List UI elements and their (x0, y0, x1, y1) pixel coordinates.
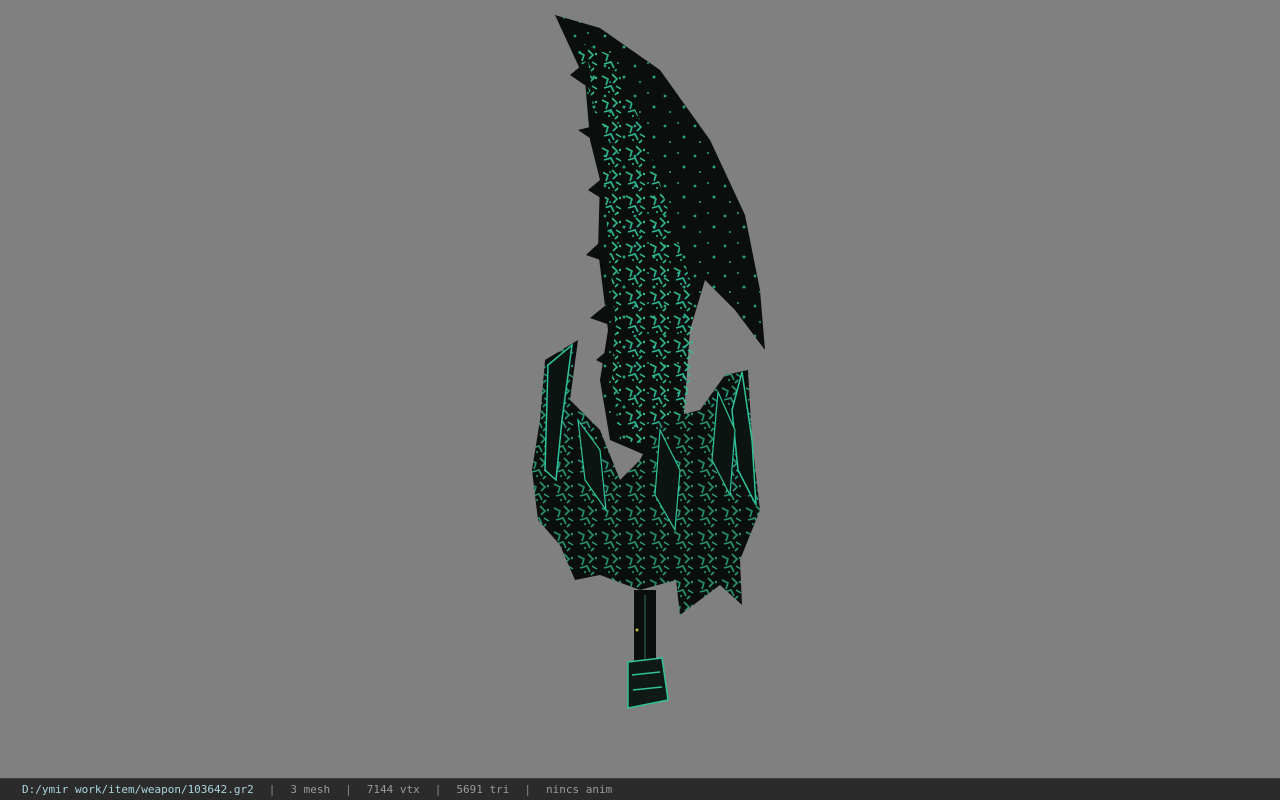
status-vertex-count: 7144 vtx (366, 783, 420, 796)
status-separator: | (268, 783, 276, 796)
status-bar: D:/ymir work/item/weapon/103642.gr2 | 3 … (0, 778, 1280, 800)
3d-viewport[interactable] (0, 0, 1280, 778)
sword-handle (627, 590, 669, 709)
sword-model[interactable] (0, 0, 1280, 778)
status-triangle-count: 5691 tri (456, 783, 510, 796)
status-mesh-count: 3 mesh (290, 783, 331, 796)
status-separator: | (524, 783, 532, 796)
status-file-path: D:/ymir work/item/weapon/103642.gr2 (22, 783, 254, 796)
status-separator: | (345, 783, 352, 796)
status-separator: | (434, 783, 442, 796)
status-anim: nincs anim (546, 783, 613, 796)
